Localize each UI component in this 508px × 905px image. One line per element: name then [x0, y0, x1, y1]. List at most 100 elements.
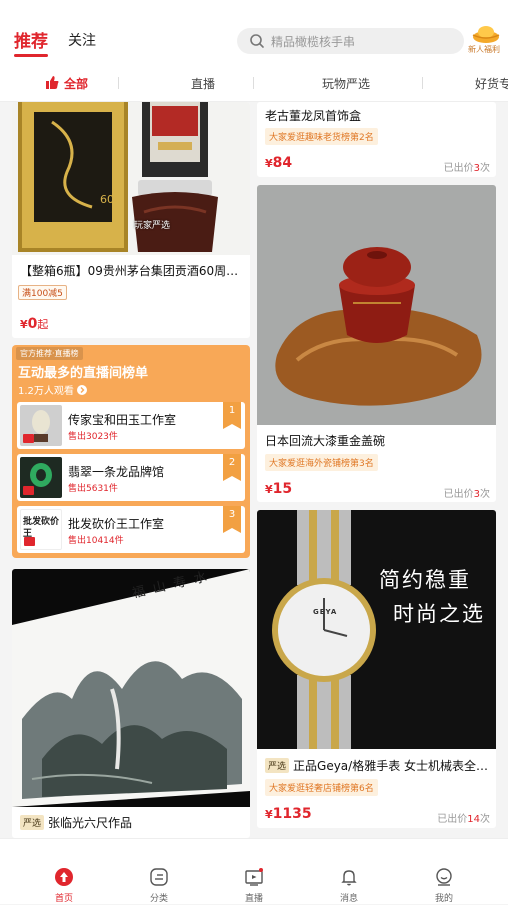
- product-price: ¥84: [265, 155, 292, 171]
- live-room-sold: 售出10414件: [68, 536, 124, 546]
- live-room-thumbnail: [20, 405, 62, 446]
- live-room-name: 传家宝和田玉工作室: [68, 413, 177, 427]
- currency-symbol: ¥: [265, 483, 273, 496]
- bid-suffix: 次: [480, 489, 490, 500]
- product-title: 【整箱6瓶】09贵州茅台集团贡酒60周…: [20, 264, 239, 278]
- box-number: 60: [100, 193, 114, 206]
- currency-symbol: ¥: [265, 808, 273, 821]
- coupon-badge: 满100减5: [18, 285, 67, 300]
- product-image-lacquer-bowl: [257, 185, 496, 425]
- price-value: 15: [272, 481, 293, 497]
- category-good-picks[interactable]: 好货专: [475, 75, 508, 92]
- product-card-watch[interactable]: GEYA 简约稳重 时尚之选 严选 正品Geya/格雅手表 女士机械表全… 大家爱…: [257, 510, 496, 828]
- rank-number-badge: 1: [223, 402, 241, 429]
- bid-suffix: 次: [480, 814, 490, 825]
- search-bar[interactable]: 精品橄榄核手串: [237, 28, 464, 54]
- live-rank-panel[interactable]: 官方推荐·直播榜 互动最多的直播间榜单 1.2万人观看 传家宝和田玉工作室 售出…: [12, 345, 250, 558]
- nav-label: 分类: [149, 894, 168, 904]
- live-room-row[interactable]: 批发砍价王 批发砍价王工作室 售出10414件 3: [17, 506, 245, 553]
- product-title-text: 张临光六尺作品: [48, 816, 133, 830]
- product-image-liquor: 60: [12, 102, 250, 255]
- newcomer-label: 新人福利: [468, 45, 500, 54]
- watch-ad-line1: 简约稳重: [379, 568, 471, 592]
- product-price: ¥0起: [20, 316, 48, 332]
- curated-tag: 严选: [265, 758, 290, 773]
- category-live[interactable]: 直播: [191, 75, 215, 92]
- smiley-icon: [436, 868, 452, 886]
- search-placeholder: 精品橄榄核手串: [271, 35, 356, 49]
- bottom-nav: 首页 分类 直播 消息 我的: [0, 838, 508, 904]
- tab-recommend[interactable]: 推荐: [14, 27, 48, 57]
- product-card-antique-box[interactable]: 老古董龙凤首饰盒 大家爱逛趣味老货榜第2名 ¥84 已出价3次: [257, 102, 496, 177]
- nav-category[interactable]: 分类: [129, 839, 189, 905]
- nav-messages[interactable]: 消息: [319, 839, 379, 905]
- tv-icon: [245, 868, 263, 886]
- category-all[interactable]: 全部: [64, 75, 88, 92]
- thumbs-up-icon: [46, 76, 59, 89]
- bid-count: 已出价3次: [444, 159, 490, 174]
- viewer-count: 1.2万人观看: [18, 386, 74, 397]
- watch-brand: GEYA: [313, 608, 338, 616]
- live-panel-title: 互动最多的直播间榜单: [18, 366, 149, 381]
- live-panel-viewers[interactable]: 1.2万人观看: [18, 382, 88, 397]
- live-room-thumbnail: [20, 457, 62, 498]
- live-room-row[interactable]: 传家宝和田玉工作室 售出3023件 1: [17, 402, 245, 449]
- bell-icon: [341, 870, 357, 886]
- category-divider: [253, 77, 254, 89]
- product-price: ¥1135: [265, 806, 312, 822]
- product-title: 严选 正品Geya/格雅手表 女士机械表全…: [257, 757, 496, 774]
- rank-badge: 大家爱逛海外瓷铺榜第3名: [265, 454, 378, 471]
- price-suffix: 起: [37, 318, 49, 331]
- category-curated[interactable]: 玩物严选: [322, 75, 370, 92]
- chevron-right-icon: [77, 385, 88, 395]
- category-divider: [118, 77, 119, 89]
- nav-profile[interactable]: 我的: [414, 839, 474, 905]
- product-image-watch: [257, 510, 496, 749]
- nav-label: 直播: [244, 894, 263, 904]
- currency-symbol: ¥: [265, 157, 273, 170]
- home-icon: [55, 868, 73, 886]
- live-panel-badge: 官方推荐·直播榜: [16, 347, 83, 360]
- image-badge: 玩家严选: [134, 221, 171, 231]
- live-room-row[interactable]: 翡翠一条龙品牌馆 售出5631件 2: [17, 454, 245, 501]
- top-header: 推荐 关注 精品橄榄核手串 新人福利: [0, 0, 508, 64]
- curated-tag: 严选: [20, 815, 45, 830]
- product-title: 严选 张临光六尺作品: [12, 814, 250, 831]
- bid-prefix: 已出价: [443, 163, 474, 174]
- nav-label: 消息: [339, 894, 358, 904]
- newcomer-gift-button[interactable]: 新人福利: [468, 22, 502, 56]
- product-price: ¥15: [265, 481, 292, 497]
- product-card-liquor[interactable]: 60 玩家严选 【整箱6瓶】09贵州茅台集团贡酒60周… 满100减5 ¥0起: [12, 102, 250, 338]
- product-feed[interactable]: 60 玩家严选 【整箱6瓶】09贵州茅台集团贡酒60周… 满100减5 ¥0起 …: [0, 102, 508, 838]
- product-title-text: 正品Geya/格雅手表 女士机械表全…: [293, 759, 489, 773]
- currency-symbol: ¥: [20, 318, 28, 331]
- price-value: 0: [27, 316, 38, 332]
- bid-prefix: 已出价: [437, 814, 468, 825]
- nav-label: 首页: [54, 894, 73, 904]
- price-value: 1135: [272, 806, 312, 822]
- bid-suffix: 次: [480, 163, 490, 174]
- rank-number-badge: 3: [223, 506, 241, 533]
- tab-follow[interactable]: 关注: [68, 30, 96, 50]
- product-card-lacquer-bowl[interactable]: 日本回流大漆重金盖碗 大家爱逛海外瓷铺榜第3名 ¥15 已出价3次: [257, 185, 496, 502]
- gold-ingot-icon: [472, 26, 500, 43]
- rank-badge: 大家爱逛趣味老货榜第2名: [265, 128, 378, 145]
- nav-live[interactable]: 直播: [224, 839, 284, 905]
- product-title: 老古董龙凤首饰盒: [265, 109, 362, 123]
- bid-count: 已出价14次: [437, 810, 490, 825]
- live-room-sold: 售出5631件: [68, 484, 118, 494]
- live-indicator-icon: [23, 434, 34, 443]
- category-bar: 全部 直播 玩物严选 好货专: [0, 64, 508, 102]
- product-image-painting: [12, 569, 250, 807]
- nav-home[interactable]: 首页: [34, 839, 94, 905]
- live-room-name: 批发砍价王工作室: [68, 517, 165, 531]
- live-indicator-icon: [24, 537, 35, 546]
- search-icon: [250, 34, 264, 48]
- rank-number-badge: 2: [223, 454, 241, 481]
- bid-count: 已出价3次: [444, 485, 490, 500]
- product-title: 日本回流大漆重金盖碗: [265, 434, 386, 448]
- live-indicator-icon: [23, 486, 34, 495]
- live-room-thumbnail: 批发砍价王: [20, 509, 62, 550]
- product-card-painting[interactable]: 福山寿水 严选 张临光六尺作品: [12, 569, 250, 838]
- nav-label: 我的: [434, 894, 453, 904]
